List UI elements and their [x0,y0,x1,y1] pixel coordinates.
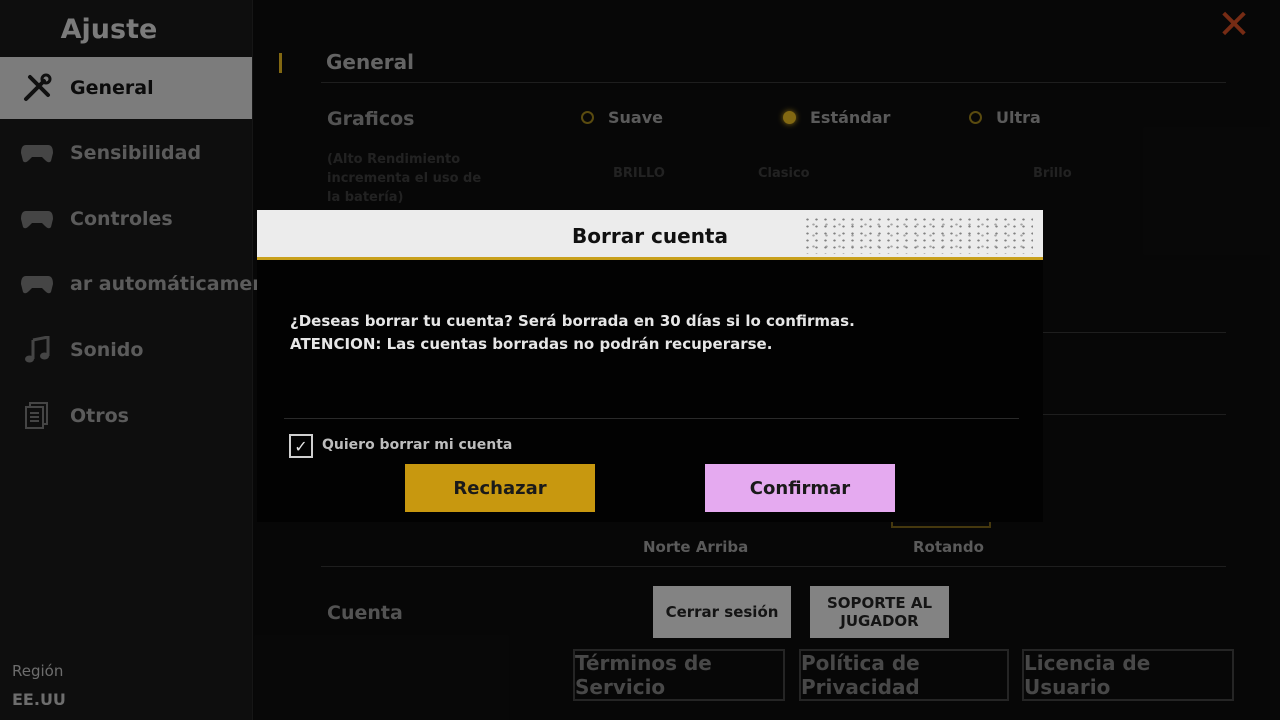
section-accent [279,53,282,73]
confirm-delete-checkbox[interactable]: ✓ [289,434,313,458]
logout-button[interactable]: Cerrar sesión [653,586,791,638]
faded-option: BRILLO [613,166,665,181]
tools-icon [20,73,54,103]
document-icon [20,401,54,431]
divider [321,82,1226,83]
faded-option: Brillo [1033,166,1072,181]
radio-icon [581,111,594,124]
close-icon[interactable]: ✕ [1208,5,1260,45]
reject-button[interactable]: Rechazar [405,464,595,512]
sidebar-item-general[interactable]: General [0,57,252,119]
graphics-label: Graficos [327,108,415,130]
gamepad-icon [20,269,54,299]
account-label: Cuenta [327,602,403,624]
graphics-option-suave[interactable]: Suave [581,108,663,127]
confirm-button[interactable]: Confirmar [705,464,895,512]
sidebar-item-otros[interactable]: Otros [0,385,252,447]
dialog-message-line2: ATENCION: Las cuentas borradas no podrán… [290,335,773,353]
dialog-divider [284,418,1019,419]
terms-button[interactable]: Términos de Servicio [573,649,785,701]
settings-sidebar: Ajuste General Sensibilidad Controles ar… [0,0,288,720]
sidebar-item-label: Otros [70,405,129,427]
sidebar-title: Ajuste [60,14,158,45]
player-support-button[interactable]: SOPORTE AL JUGADOR [810,586,949,638]
delete-account-dialog: Borrar cuenta ¿Deseas borrar tu cuenta? … [257,210,1043,522]
sidebar-item-sonido[interactable]: Sonido [0,319,252,381]
dialog-message-line1: ¿Deseas borrar tu cuenta? Será borrada e… [290,312,855,330]
dialog-title: Borrar cuenta [572,224,728,248]
dialog-header: Borrar cuenta [257,210,1043,260]
radio-icon [969,111,982,124]
section-title: General [326,50,414,74]
option-label: Suave [608,108,663,127]
checkbox-label[interactable]: Quiero borrar mi cuenta [322,437,512,453]
faded-option: Clasico [758,166,810,181]
map-option-rotando[interactable]: Rotando [913,538,984,556]
sidebar-item-auto[interactable]: ar automáticamente [0,253,288,315]
faded-note: (Alto Rendimiento incrementa el uso de l… [327,152,482,205]
gamepad-icon [20,204,54,234]
checkmark-icon: ✓ [294,436,308,456]
option-label: Estándar [810,108,891,127]
divider [321,566,1226,567]
sidebar-item-label: Sonido [70,339,144,361]
sidebar-item-label: Sensibilidad [70,142,202,164]
region-label: Región [12,662,64,680]
sidebar-item-sensibilidad[interactable]: Sensibilidad [0,122,252,184]
option-label: Ultra [996,108,1041,127]
region-value[interactable]: EE.UU [12,690,66,709]
sidebar-item-label: General [70,77,154,99]
user-license-button[interactable]: Licencia de Usuario [1022,649,1234,701]
sidebar-item-label: Controles [70,208,173,230]
sidebar-item-controles[interactable]: Controles [0,188,252,250]
music-note-icon [20,335,54,365]
graphics-option-ultra[interactable]: Ultra [969,108,1041,127]
graphics-option-estandar[interactable]: Estándar [783,108,890,127]
gamepad-icon [20,138,54,168]
radio-selected-icon [783,111,796,124]
privacy-button[interactable]: Política de Privacidad [799,649,1009,701]
map-option-norte[interactable]: Norte Arriba [643,538,748,556]
